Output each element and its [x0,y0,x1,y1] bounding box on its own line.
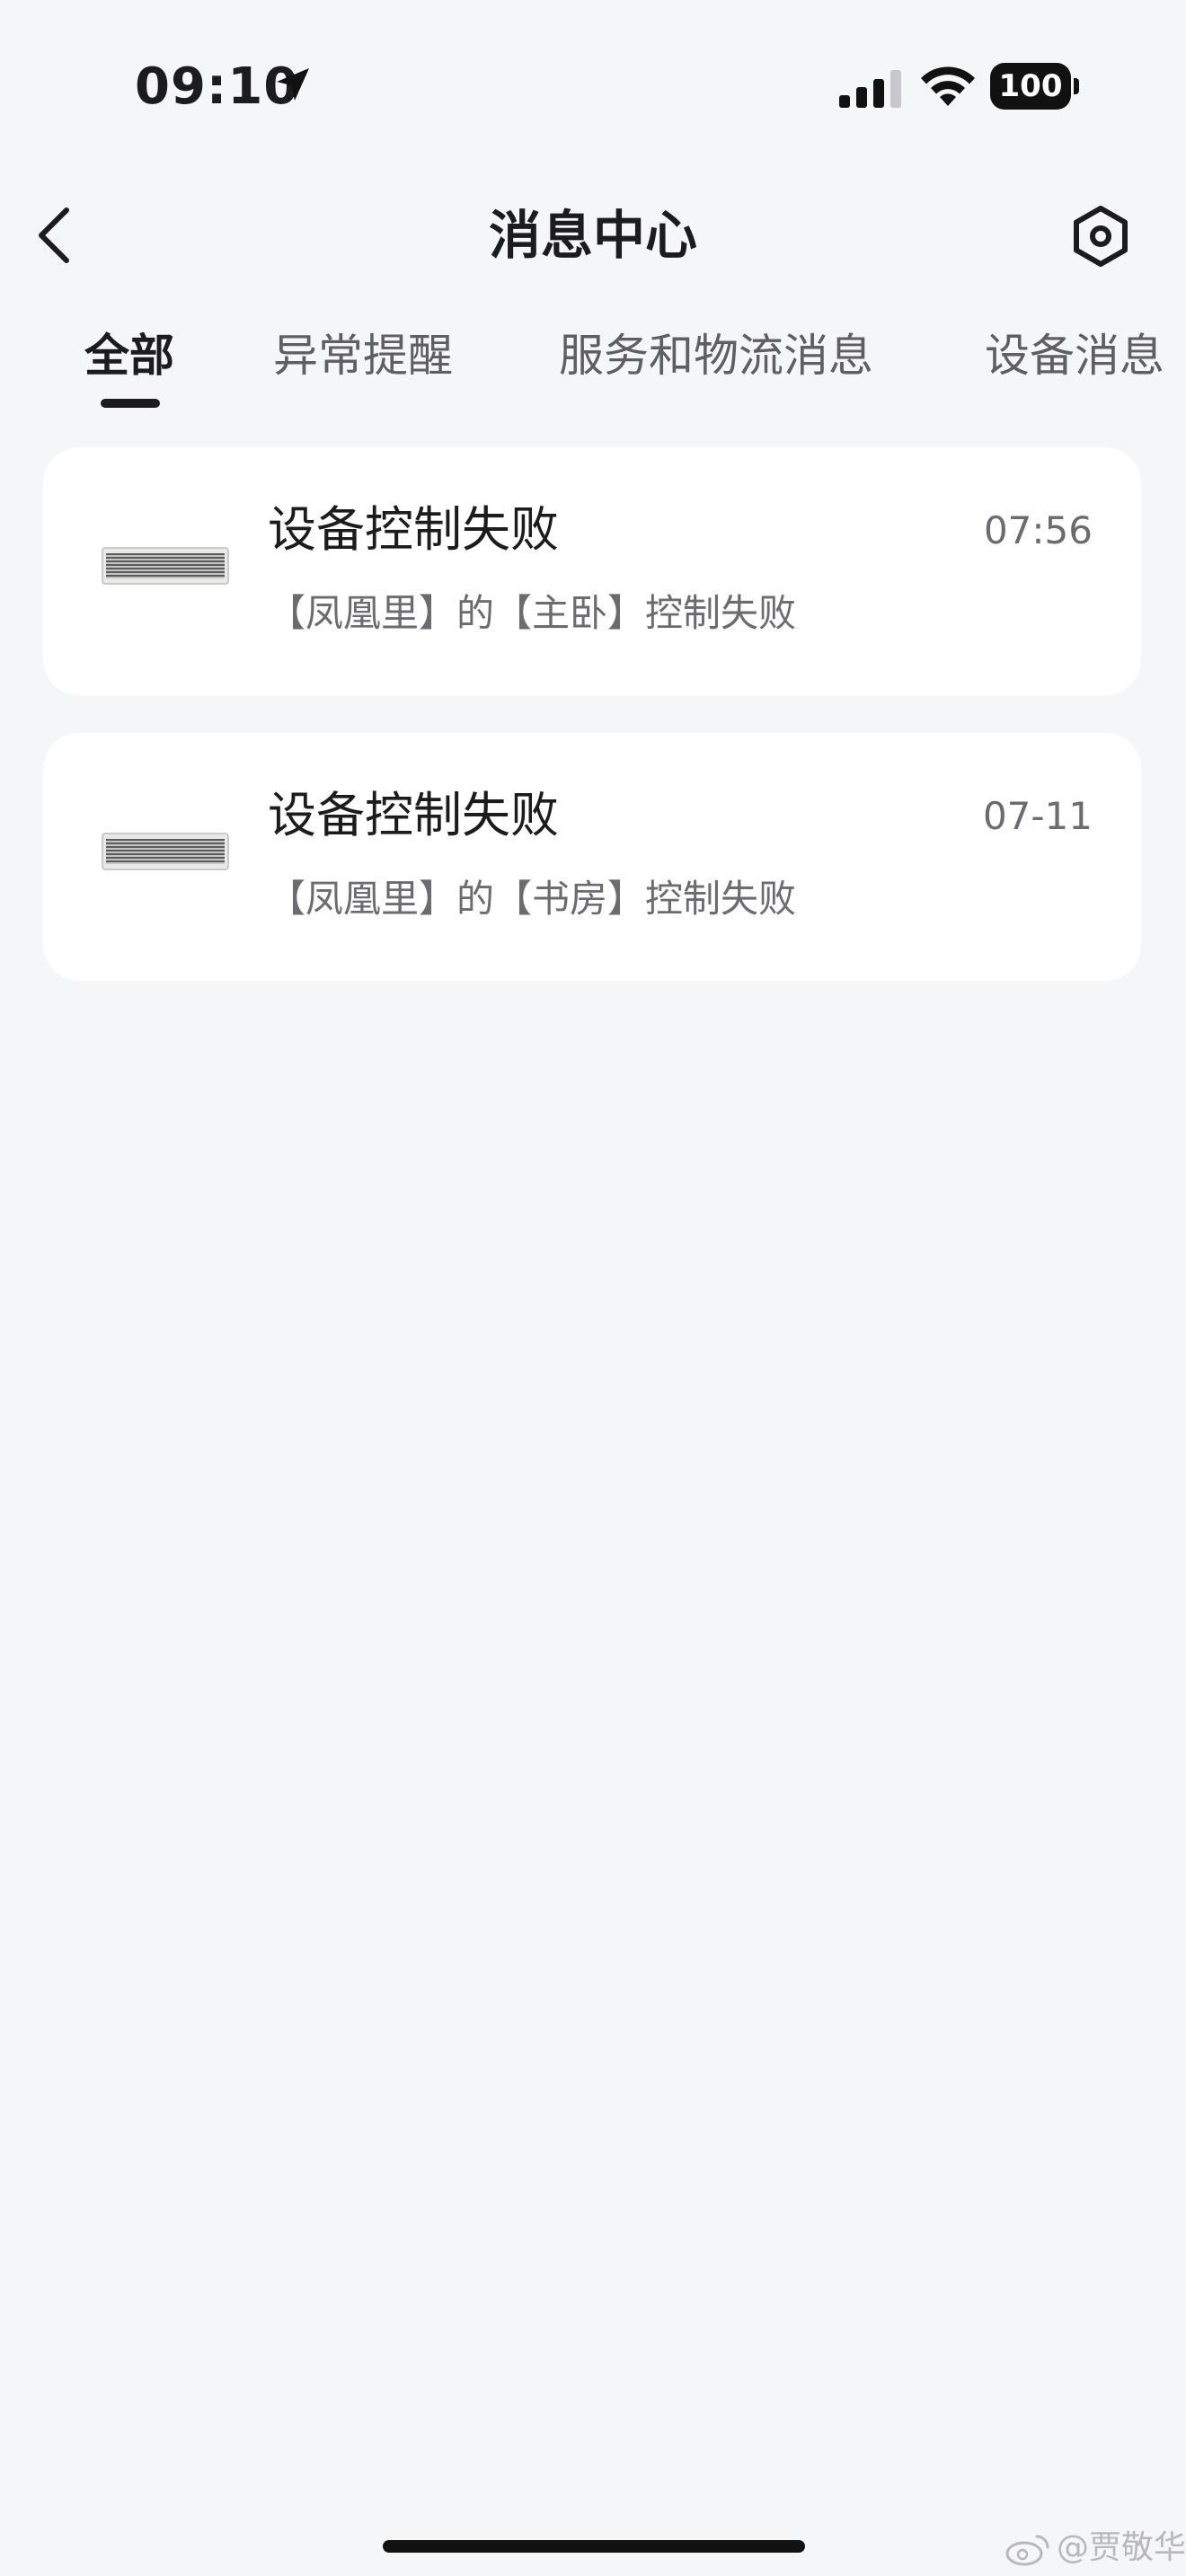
air-conditioner-icon [102,547,229,591]
cellular-signal-icon [839,70,901,108]
message-title: 设备控制失败 [268,501,559,558]
message-card[interactable]: 设备控制失败 07-11 【凤凰里】的【书房】控制失败 [43,733,1141,981]
tab-bar: 全部 异常提醒 服务和物流消息 设备消息 [0,320,1186,410]
message-description: 【凤凰里】的【书房】控制失败 [268,877,797,921]
message-center-screen: 09:10 100 消息中心 全部 异常提醒 服务和物流消息 设备消息 设备控制… [0,0,1186,2576]
message-time: 07-11 [982,794,1093,838]
message-card[interactable]: 设备控制失败 07:56 【凤凰里】的【主卧】控制失败 [43,447,1141,695]
tab-service-logistics[interactable]: 服务和物流消息 [559,320,873,392]
air-conditioner-icon [102,833,229,877]
wifi-icon [921,66,975,106]
tab-device-messages[interactable]: 设备消息 [985,320,1164,392]
battery-level: 100 [990,63,1071,110]
page-title: 消息中心 [488,205,697,266]
watermark-text: @贾敬华 [1057,2529,1186,2566]
tab-alerts[interactable]: 异常提醒 [273,320,453,392]
message-time: 07:56 [983,508,1093,552]
settings-icon[interactable] [1067,203,1134,269]
tab-all[interactable]: 全部 [84,320,174,392]
home-indicator[interactable] [383,2540,805,2553]
battery-cap [1074,78,1079,94]
location-arrow-icon [277,68,309,101]
weibo-icon [1005,2535,1049,2566]
active-tab-indicator [101,399,160,408]
message-description: 【凤凰里】的【主卧】控制失败 [268,591,797,635]
battery-indicator: 100 [990,63,1080,110]
message-title: 设备控制失败 [268,787,559,843]
